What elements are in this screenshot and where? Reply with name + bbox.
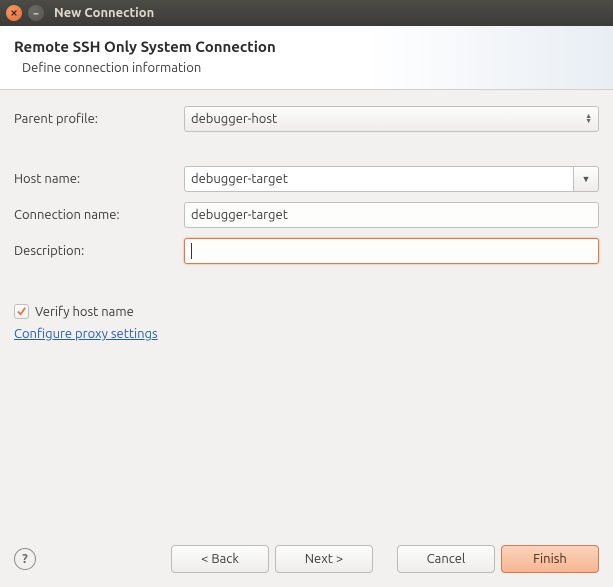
wizard-header: Remote SSH Only System Connection Define… <box>0 26 613 90</box>
next-button[interactable]: Next > <box>275 545 373 573</box>
verify-host-checkbox[interactable] <box>14 304 29 319</box>
description-label: Description: <box>14 244 184 258</box>
connection-name-label: Connection name: <box>14 208 184 222</box>
finish-button[interactable]: Finish <box>501 545 599 573</box>
minimize-icon[interactable] <box>28 5 44 21</box>
page-subtitle: Define connection information <box>22 61 599 75</box>
description-input[interactable] <box>184 238 599 264</box>
host-name-label: Host name: <box>14 172 184 186</box>
spinner-icon: ▲▼ <box>585 114 592 124</box>
form-area: Parent profile: debugger-host ▲▼ Host na… <box>0 90 613 341</box>
back-button-label: < Back <box>201 552 239 566</box>
connection-name-input[interactable]: debugger-target <box>184 202 599 228</box>
connection-name-value: debugger-target <box>191 208 288 222</box>
verify-host-label: Verify host name <box>35 305 134 319</box>
button-bar: ? < Back Next > Cancel Finish <box>0 533 613 587</box>
back-button[interactable]: < Back <box>171 545 269 573</box>
parent-profile-combo[interactable]: debugger-host ▲▼ <box>184 106 599 132</box>
parent-profile-value: debugger-host <box>191 112 277 126</box>
next-button-label: Next > <box>305 552 343 566</box>
cancel-button[interactable]: Cancel <box>397 545 495 573</box>
help-icon[interactable]: ? <box>14 548 36 570</box>
host-name-value: debugger-target <box>191 172 288 186</box>
window-title: New Connection <box>54 6 154 20</box>
text-caret <box>191 243 192 259</box>
finish-button-label: Finish <box>533 552 567 566</box>
close-icon[interactable] <box>6 5 22 21</box>
chevron-down-icon[interactable]: ▼ <box>573 166 599 192</box>
page-title: Remote SSH Only System Connection <box>14 38 599 55</box>
host-name-combo[interactable]: debugger-target ▼ <box>184 166 599 192</box>
parent-profile-label: Parent profile: <box>14 112 184 126</box>
configure-proxy-link[interactable]: Configure proxy settings <box>14 327 158 341</box>
cancel-button-label: Cancel <box>427 552 466 566</box>
title-bar: New Connection <box>0 0 613 26</box>
